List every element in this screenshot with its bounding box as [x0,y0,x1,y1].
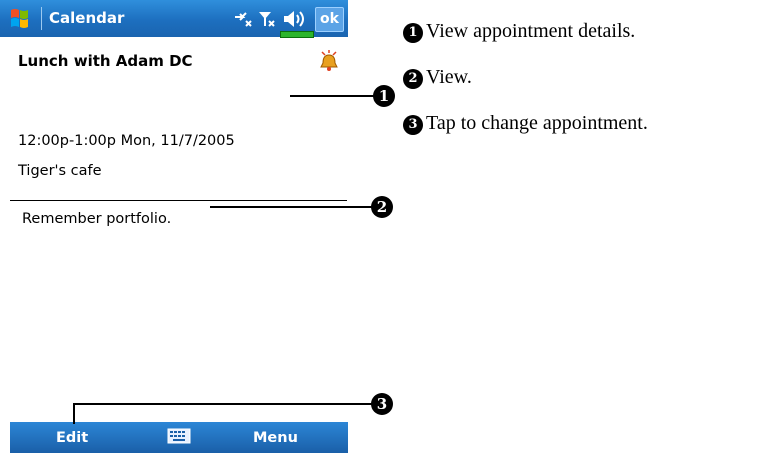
title-separator [41,7,42,30]
menu-softkey[interactable]: Menu [253,430,298,446]
battery-icon [280,31,314,38]
appointment-time: 12:00p-1:00p Mon, 11/7/2005 [18,133,235,149]
alarm-bell-icon [320,50,338,71]
title-bar: Calendar ok [0,0,348,38]
legend-item-1: 1 View appointment details. [403,20,635,43]
callout-line-2 [210,206,372,208]
legend-item-3: 3 Tap to change appointment. [403,112,648,135]
callout-vline-3 [73,403,75,424]
appointment-subject: Lunch with Adam DC [18,52,193,70]
legend-item-2: 2 View. [403,66,472,89]
callout-marker-2: 2 [371,196,393,218]
legend-text-3: Tap to change appointment. [426,112,648,134]
connectivity-icon[interactable] [232,9,254,29]
legend-marker-2: 2 [403,69,423,89]
appointment-notes[interactable]: Remember portfolio. [22,211,171,227]
ok-button[interactable]: ok [315,7,344,32]
edit-softkey[interactable]: Edit [56,430,88,446]
legend-marker-3: 3 [403,115,423,135]
callout-marker-3: 3 [371,393,393,415]
menu-bar: Edit Menu [10,422,348,453]
legend-text-2: View. [426,66,472,88]
callout-line-3 [73,403,372,405]
legend-marker-1: 1 [403,23,423,43]
signal-icon[interactable] [257,9,277,29]
windows-start-icon[interactable] [7,5,35,31]
app-title: Calendar [49,9,125,27]
appointment-location: Tiger's cafe [18,163,102,179]
callout-line-1 [290,95,374,97]
speaker-icon[interactable] [282,9,308,29]
keyboard-icon[interactable] [167,427,191,445]
callout-marker-1: 1 [373,85,395,107]
notes-divider [10,200,347,201]
legend-text-1: View appointment details. [426,20,636,42]
pocket-pc-screen: Calendar ok Lunch with Adam DC 12:00p-1:… [0,0,348,453]
